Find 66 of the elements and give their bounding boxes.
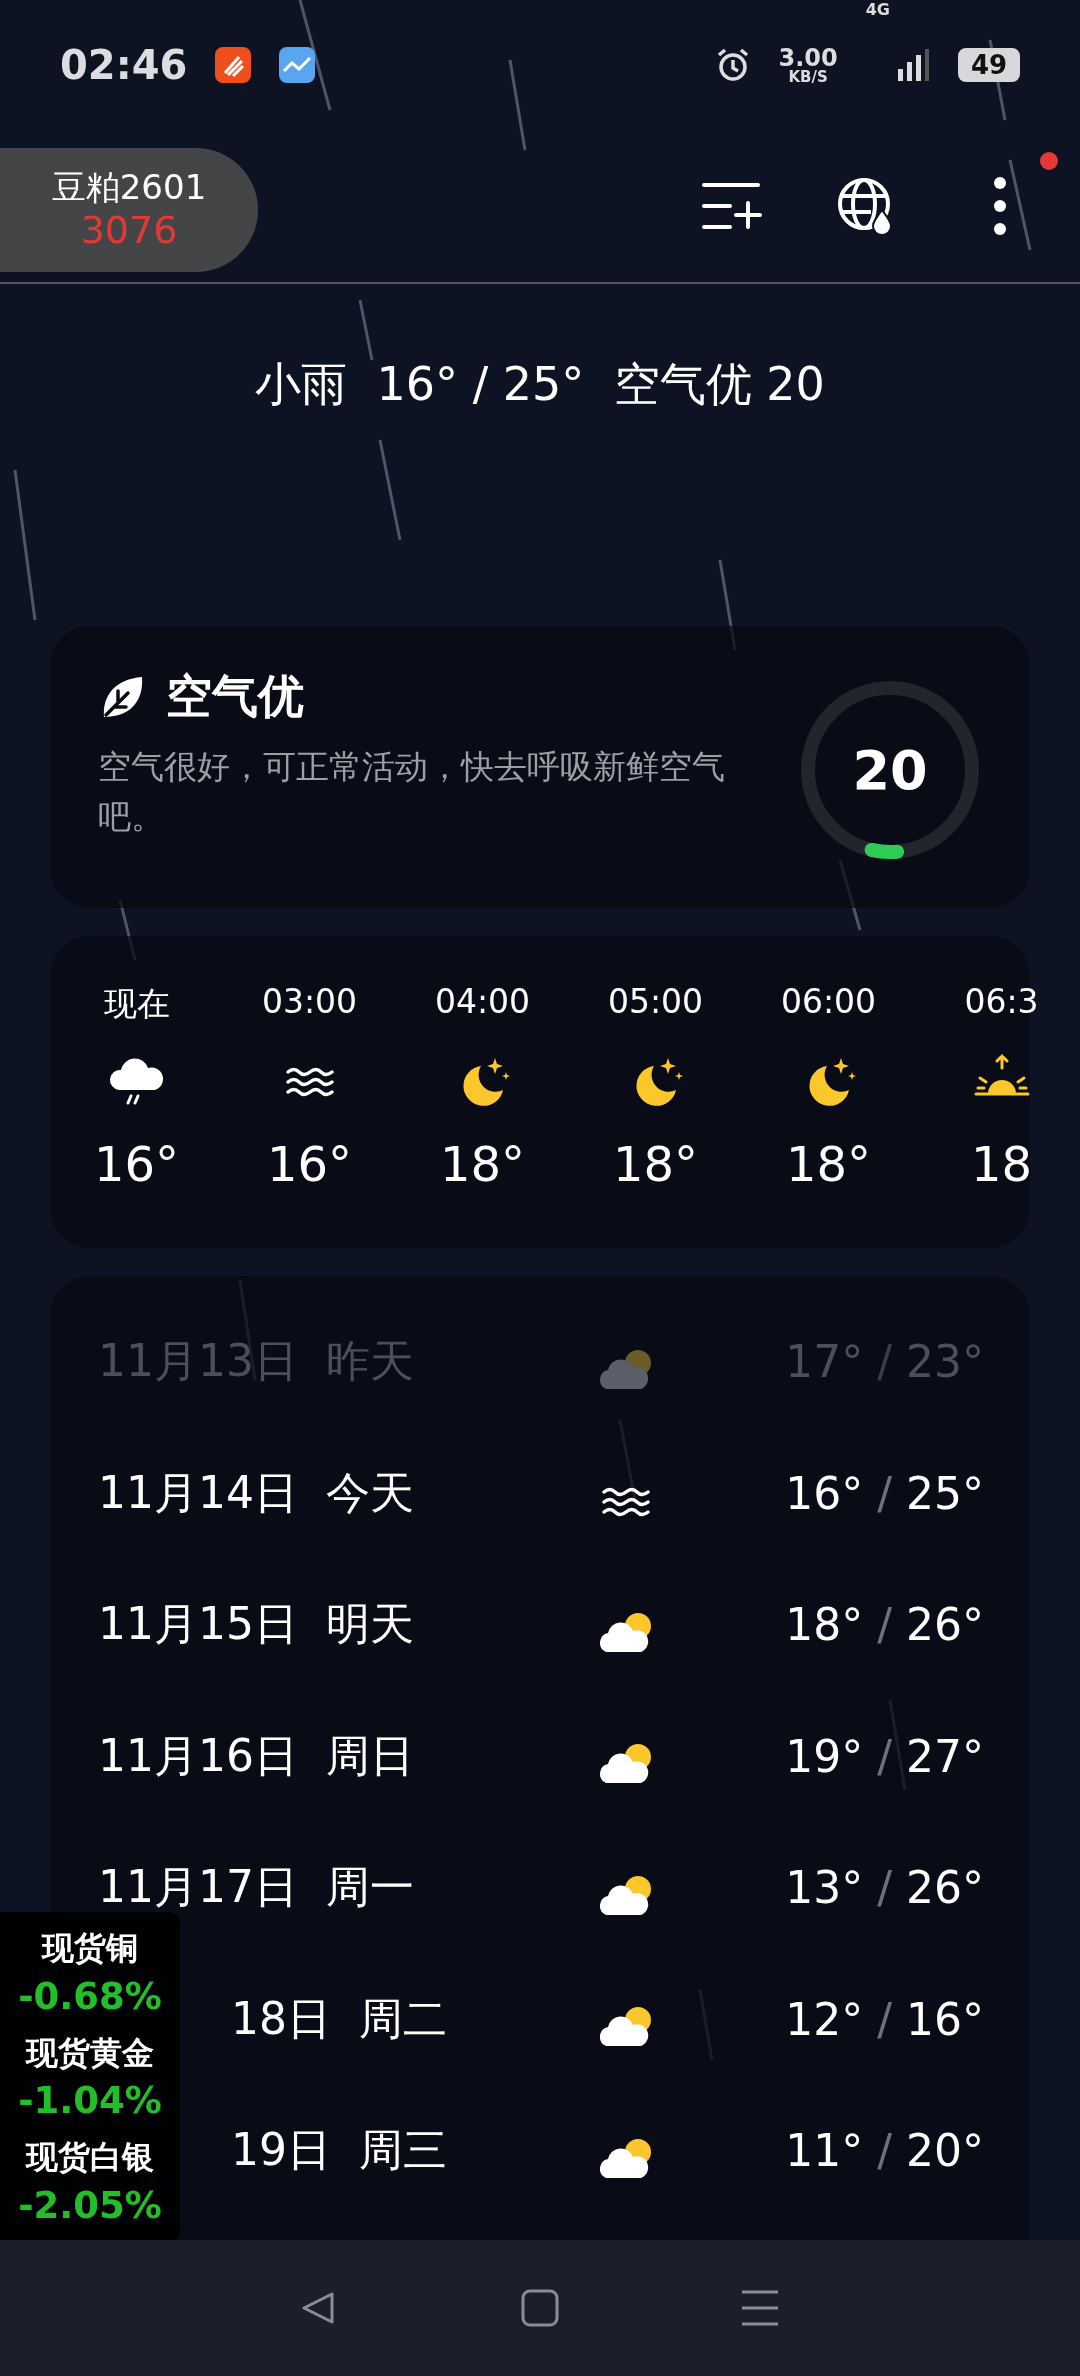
high-temperature: 25° [906, 1467, 984, 1519]
commodity-name: 现货铜 [42, 1927, 138, 1969]
hour-temperature: 18° [439, 1136, 526, 1192]
commodity-name: 现货黄金 [26, 2032, 154, 2074]
slash-separator: / [877, 1730, 892, 1782]
high-temperature: 27° [906, 1730, 984, 1782]
day-date: 11月17日 周一 [98, 1860, 414, 1915]
hour-temperature: 18° [612, 1136, 699, 1192]
day-date: 11月14日 今天 [98, 1465, 414, 1520]
day-date: 11月15日 明天 [98, 1597, 414, 1652]
hour-label: 06:3 [964, 982, 1039, 1023]
battery-indicator: 49 [958, 48, 1020, 82]
network-speed: 3.00 [778, 45, 838, 70]
hour-temperature: 16° [93, 1136, 180, 1192]
slash-separator: / [877, 1599, 892, 1651]
ticker-price: 3076 [80, 207, 178, 254]
air-quality-title: 空气优 [166, 668, 304, 725]
slash-separator: / [877, 1336, 892, 1388]
commodity-change: -1.04% [18, 2079, 162, 2123]
status-time: 02:46 [60, 42, 188, 88]
menu-icon [741, 2289, 779, 2327]
hour-label: 05:00 [607, 982, 704, 1023]
hour-temperature: 18° [785, 1136, 872, 1192]
air-quality-description: 空气很好，可正常活动，快去呼吸新鲜空气吧。 [98, 746, 726, 838]
network-type: 4G [865, 0, 890, 19]
low-temperature: 17° [785, 1336, 864, 1388]
high-temperature: 16° [906, 1993, 984, 2045]
futures-ticker[interactable]: 豆粕2601 3076 [0, 148, 258, 272]
slash-separator: / [877, 1862, 892, 1914]
hour-label: 现在 [103, 983, 170, 1025]
low-temperature: 19° [785, 1730, 864, 1782]
day-date: 11月16日 周日 [98, 1728, 414, 1783]
low-temperature: 13° [785, 1862, 864, 1914]
slash-separator: / [877, 1467, 892, 1519]
commodity-name: 现货白银 [26, 2137, 154, 2179]
chart-app-icon [279, 47, 316, 83]
more-icon [993, 176, 1007, 236]
low-temperature: 16° [785, 1467, 864, 1519]
commodity-change: -2.05% [18, 2184, 162, 2228]
home-icon [521, 2289, 559, 2327]
hour-label: 04:00 [434, 982, 531, 1023]
market-widget[interactable]: 现货铜 -0.68% 现货黄金 -1.04% 现货白银 -2.05% [0, 1912, 180, 2240]
hour-temperature: 18 [970, 1136, 1033, 1192]
day-date: 18日 周二 [231, 1991, 447, 2046]
air-quality-card[interactable]: 空气优 空气很好，可正常活动，快去呼吸新鲜空气吧。 20 [50, 626, 1030, 908]
slash-separator: / [877, 2125, 892, 2177]
aqi-value: 20 [852, 738, 928, 802]
commodity-change: -0.68% [18, 1974, 162, 2018]
high-temperature: 26° [906, 1862, 984, 1914]
day-date: 19日 周三 [231, 2123, 447, 2178]
weather-summary: 小雨 16° / 25° 空气优 20 [254, 356, 826, 413]
slash-separator: / [877, 1993, 892, 2045]
hour-label: 03:00 [261, 982, 358, 1023]
low-temperature: 11° [785, 2125, 864, 2177]
speed-unit: KB/S [788, 69, 828, 85]
ticker-name: 豆粕2601 [51, 166, 207, 208]
app-notification-icon [215, 47, 252, 83]
low-temperature: 12° [785, 1993, 864, 2045]
day-date: 11月13日 昨天 [98, 1334, 414, 1389]
list-add-icon [702, 181, 762, 231]
high-temperature: 23° [906, 1336, 984, 1388]
hour-label: 06:00 [780, 982, 877, 1023]
hour-temperature: 16° [266, 1136, 353, 1192]
low-temperature: 18° [785, 1599, 864, 1651]
high-temperature: 26° [906, 1599, 984, 1651]
high-temperature: 20° [906, 2125, 984, 2177]
